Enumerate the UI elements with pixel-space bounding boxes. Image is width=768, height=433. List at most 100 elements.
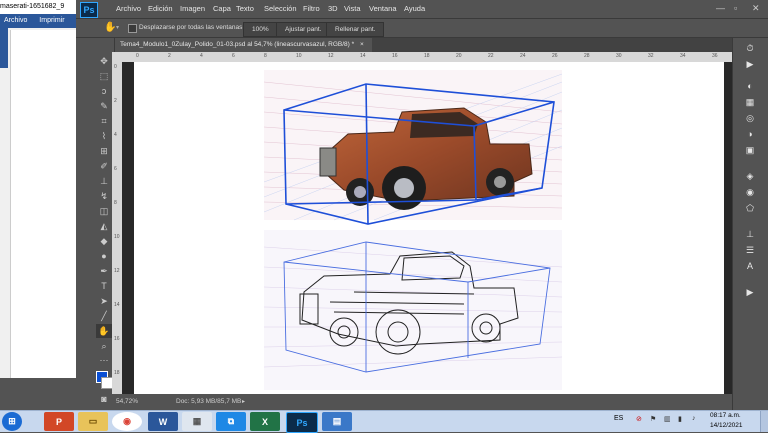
close-tab-icon[interactable]: × (360, 41, 364, 48)
window-taskbar-icon[interactable]: ▤ (322, 412, 352, 431)
chrome-taskbar-icon[interactable]: ◉ (112, 412, 142, 431)
menu-3d[interactable]: 3D (328, 4, 338, 13)
document-canvas[interactable] (134, 62, 724, 394)
menu-filtro[interactable]: Filtro (303, 4, 320, 13)
menu-ventana[interactable]: Ventana (369, 4, 397, 13)
close-icon[interactable]: ✕ (752, 3, 760, 14)
explorer-taskbar-icon[interactable]: ▭ (78, 412, 108, 431)
word-taskbar-icon[interactable]: W (148, 412, 178, 431)
ruler-h-label: 30 (616, 53, 622, 59)
ruler-h-label: 0 (136, 53, 139, 59)
more-tools-icon[interactable]: ⋯ (96, 353, 112, 367)
history-brush-tool-icon[interactable]: ↯ (96, 189, 112, 203)
hand-tool-icon[interactable]: ✋ (104, 22, 116, 33)
tool-preset-chevron-icon[interactable]: ▾ (116, 24, 119, 31)
clock-date[interactable]: 14/12/2021 (710, 422, 743, 429)
menu-seleccion[interactable]: Selección (264, 4, 297, 13)
hand-tool-selected-icon[interactable]: ✋ (96, 324, 112, 338)
network-tray-icon[interactable]: ▥ (664, 415, 671, 423)
ruler-h-label: 36 (712, 53, 718, 59)
eraser-tool-icon[interactable]: ◫ (96, 204, 112, 218)
scroll-all-checkbox[interactable] (128, 24, 137, 33)
clock-time[interactable]: 08:17 a.m. (710, 412, 741, 419)
menu-imagen[interactable]: Imagen (180, 4, 205, 13)
ruler-h-label: 20 (456, 53, 462, 59)
ribbon-tab-imprimir[interactable]: Imprimir (39, 17, 64, 24)
menu-vista[interactable]: Vista (344, 4, 361, 13)
menu-edicion[interactable]: Edición (148, 4, 173, 13)
signal-tray-icon[interactable]: ▮ (678, 415, 682, 423)
ruler-h-label: 14 (360, 53, 366, 59)
powerpoint-taskbar-icon[interactable]: P (44, 412, 74, 431)
color-panel-icon[interactable]: ◐ (743, 80, 757, 92)
start-button[interactable]: ⊞ (2, 412, 22, 431)
dodge-tool-icon[interactable]: ● (96, 249, 112, 263)
document-info: Doc: 5,93 MB/85,7 MB (176, 398, 242, 405)
blur-tool-icon[interactable]: ◆ (96, 234, 112, 248)
usb-tray-icon[interactable]: ⚑ (650, 415, 656, 423)
menu-bar: Ps Archivo Edición Imagen Capa Texto Sel… (76, 0, 768, 18)
styles-panel-icon[interactable]: ▣ (743, 144, 757, 156)
lasso-tool-icon[interactable]: ↄ (96, 84, 112, 98)
calculator-taskbar-icon[interactable]: ▦ (182, 412, 212, 431)
ruler-h-label: 12 (328, 53, 334, 59)
show-desktop-button[interactable] (760, 411, 768, 432)
photoshop-logo: Ps (80, 2, 98, 18)
photoshop-window: Ps Archivo Edición Imagen Capa Texto Sel… (76, 0, 768, 410)
fit-screen-button[interactable]: Ajustar pant. (276, 22, 331, 37)
marquee-tool-icon[interactable]: ⬚ (96, 69, 112, 83)
clone-stamp-tool-icon[interactable]: ⊥ (96, 174, 112, 188)
ruler-v-label: 14 (114, 302, 120, 308)
paths-panel-icon[interactable]: ⬠ (743, 202, 757, 214)
status-chevron-icon[interactable]: ▸ (242, 394, 245, 410)
properties-panel-icon[interactable]: ☰ (743, 244, 757, 256)
ribbon-tab-archivo[interactable]: Archivo (4, 17, 27, 24)
brush-tool-icon[interactable]: ✐ (96, 159, 112, 173)
play-panel-icon[interactable]: ▶ (743, 286, 757, 298)
fill-screen-button[interactable]: Rellenar pant. (326, 22, 385, 37)
ruler-h-label: 34 (680, 53, 686, 59)
eyedropper-tool-icon[interactable]: ⌇ (96, 129, 112, 143)
minimize-icon[interactable]: — (716, 3, 725, 13)
background-window-title[interactable]: maserati-1651682_9 (0, 0, 76, 14)
ruler-h-label: 28 (584, 53, 590, 59)
zoom-100-button[interactable]: 100% (243, 22, 278, 37)
healing-brush-tool-icon[interactable]: ⊞ (96, 144, 112, 158)
paint-bucket-tool-icon[interactable]: ◭ (96, 219, 112, 233)
ruler-v-label: 10 (114, 234, 120, 240)
line-tool-icon[interactable]: ╱ (96, 309, 112, 323)
path-select-tool-icon[interactable]: ➤ (96, 294, 112, 308)
character-panel-icon[interactable]: A (743, 260, 757, 272)
antivirus-tray-icon[interactable]: ⊘ (636, 415, 642, 423)
document-tab-title: Tema4_Modulo1_0Zulay_Polido_01-03.psd al… (120, 41, 355, 48)
crop-tool-icon[interactable]: ⌗ (96, 114, 112, 128)
history-panel-icon[interactable]: ⏱ (743, 42, 757, 54)
ruler-v-label: 2 (114, 98, 117, 104)
zoom-tool-icon[interactable]: ⌕ (96, 339, 112, 353)
volume-tray-icon[interactable]: ♪ (692, 415, 696, 422)
quick-mask-icon[interactable]: ◙ (96, 392, 112, 406)
maximize-icon[interactable]: ▫ (734, 3, 737, 13)
menu-archivo[interactable]: Archivo (116, 4, 141, 13)
quick-select-tool-icon[interactable]: ✎ (96, 99, 112, 113)
network-app-taskbar-icon[interactable]: ⧉ (216, 412, 246, 431)
excel-taskbar-icon[interactable]: X (250, 412, 280, 431)
layers-panel-icon[interactable]: ◈ (743, 170, 757, 182)
menu-ayuda[interactable]: Ayuda (404, 4, 425, 13)
move-tool-icon[interactable]: ✥ (96, 54, 112, 68)
adjustments-panel-icon[interactable]: ◑ (743, 128, 757, 140)
brush-settings-icon[interactable]: ⊥ (743, 228, 757, 240)
type-tool-icon[interactable]: T (96, 279, 112, 293)
pen-tool-icon[interactable]: ✒ (96, 264, 112, 278)
libraries-panel-icon[interactable]: ◎ (743, 112, 757, 124)
menu-capa[interactable]: Capa (213, 4, 231, 13)
menu-texto[interactable]: Texto (236, 4, 254, 13)
language-indicator[interactable]: ES (614, 415, 623, 422)
swatches-panel-icon[interactable]: ▦ (743, 96, 757, 108)
photoshop-taskbar-icon[interactable]: Ps (286, 412, 318, 433)
ruler-h-label: 6 (232, 53, 235, 59)
channels-panel-icon[interactable]: ◉ (743, 186, 757, 198)
actions-panel-icon[interactable]: ▶ (743, 58, 757, 70)
tab-document[interactable]: Tema4_Modulo1_0Zulay_Polido_01-03.psd al… (112, 38, 372, 52)
zoom-level[interactable]: 54,72% (116, 394, 138, 410)
